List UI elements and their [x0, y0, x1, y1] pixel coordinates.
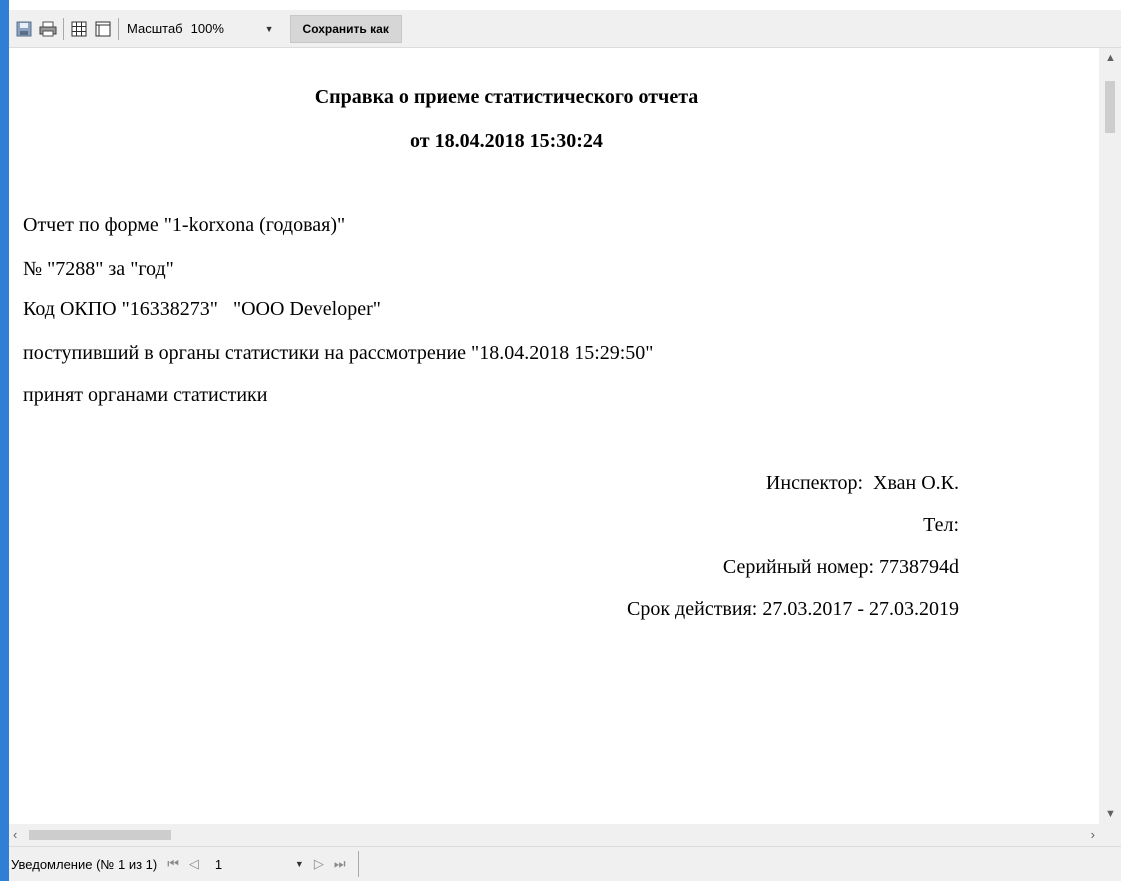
toolbar-separator — [118, 17, 119, 40]
last-page-icon[interactable]: ⏭ — [334, 856, 346, 872]
chevron-down-icon[interactable]: ▼ — [295, 859, 304, 869]
phone-line: Тел: — [923, 514, 959, 536]
status-separator — [357, 851, 359, 877]
next-page-icon[interactable]: ▷ — [314, 856, 324, 872]
scroll-left-icon[interactable]: ‹ — [13, 827, 17, 842]
report-date: от 18.04.2018 15:30:24 — [410, 130, 603, 152]
report-toolbar: Масштаб 100% ▼ Сохранить как — [9, 10, 1121, 48]
page-number-input[interactable]: 1 — [215, 857, 295, 872]
report-line-number: № "7288" за "год" — [23, 258, 174, 280]
report-page: Справка о приеме статистического отчета … — [9, 48, 1099, 824]
scroll-down-icon[interactable]: ▼ — [1105, 808, 1116, 820]
validity-line: Срок действия: 27.03.2017 - 27.03.2019 — [627, 598, 959, 620]
horizontal-scrollbar[interactable]: ‹ › — [9, 824, 1099, 846]
status-bar: Уведомление (№ 1 из 1) ⏮ ◁ 1 ▼ ▷ ⏭ — [9, 846, 1121, 881]
grid-icon[interactable] — [70, 20, 88, 38]
zoom-label: Масштаб — [127, 21, 183, 36]
chevron-down-icon[interactable]: ▼ — [265, 24, 274, 34]
print-icon[interactable] — [39, 20, 57, 38]
report-line-form: Отчет по форме "1-korxona (годовая)" — [23, 214, 346, 236]
inspector-line: Инспектор: Хван О.К. — [765, 472, 959, 494]
report-title: Справка о приеме статистического отчета — [314, 86, 699, 108]
vertical-scrollbar[interactable]: ▲ ▼ — [1099, 48, 1121, 824]
zoom-value: 100% — [190, 21, 224, 36]
scroll-right-icon[interactable]: › — [1091, 827, 1095, 842]
notification-label: Уведомление (№ 1 из 1) — [11, 856, 158, 872]
first-page-icon[interactable]: ⏮ — [167, 856, 179, 872]
report-line-received: поступивший в органы статистики на рассм… — [23, 342, 654, 364]
toolbar-separator — [63, 17, 64, 40]
scroll-up-icon[interactable]: ▲ — [1105, 52, 1116, 64]
vertical-scroll-thumb[interactable] — [1105, 81, 1115, 133]
window-left-border — [0, 0, 9, 881]
save-icon[interactable] — [15, 20, 33, 38]
zoom-select[interactable]: 100% ▼ — [191, 18, 274, 40]
serial-number-line: Серийный номер: 7738794d — [722, 556, 959, 578]
window-top-area — [9, 0, 1121, 10]
page-setup-icon[interactable] — [94, 20, 112, 38]
report-line-okpo: Код ОКПО "16338273" "OOO Developer" — [23, 298, 381, 320]
scrollbar-corner — [1099, 824, 1121, 846]
report-line-accepted: принят органами статистики — [23, 384, 268, 406]
save-as-button[interactable]: Сохранить как — [289, 14, 402, 43]
previous-page-icon[interactable]: ◁ — [189, 856, 199, 872]
horizontal-scroll-thumb[interactable] — [29, 830, 171, 840]
